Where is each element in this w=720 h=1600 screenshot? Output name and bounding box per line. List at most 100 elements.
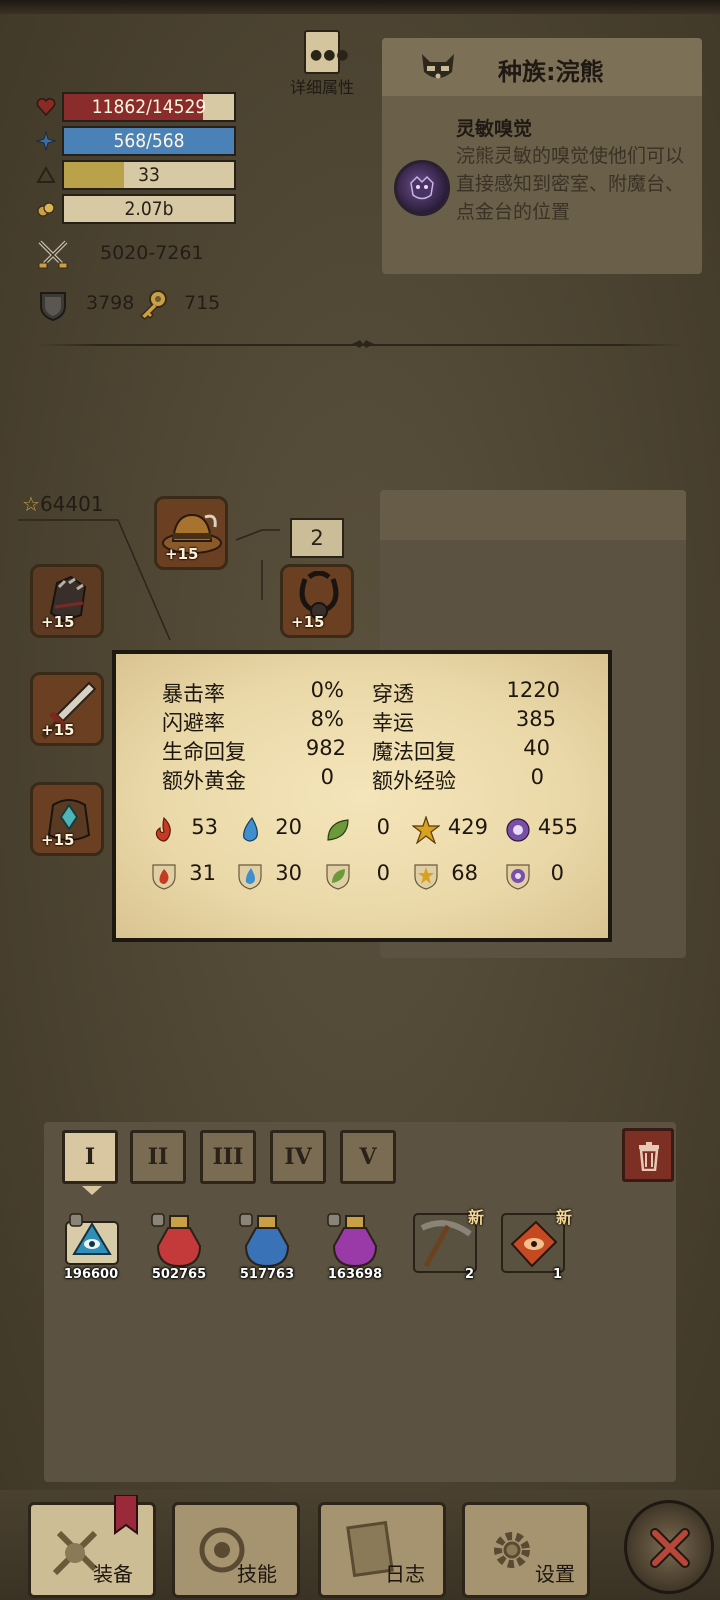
gear-score-value: 64401 (39, 492, 104, 516)
water-attack: 20 (236, 814, 316, 846)
arcane-attack: 455 (504, 814, 594, 846)
glove-plus: +15 (41, 613, 75, 631)
nav-equipment[interactable]: 装备 (28, 1495, 156, 1598)
bonus-gold-label: 额外黄金 (162, 769, 246, 793)
weapon-slot[interactable]: +15 (30, 672, 104, 746)
lightning-attack-value: 429 (447, 815, 488, 839)
defense-row: 3798 715 (36, 288, 276, 322)
red-potion-icon (151, 1213, 202, 1268)
bracer-plus: +15 (41, 831, 75, 849)
blue-potion-count: 517763 (239, 1267, 295, 1282)
gear-icon (494, 1532, 530, 1568)
bracer-slot[interactable]: +15 (30, 782, 104, 856)
arcane-resist-value: 0 (550, 861, 564, 885)
glove-slot[interactable]: +15 (30, 564, 104, 638)
triangle-icon (36, 165, 56, 183)
glove-frame: +15 (30, 564, 104, 638)
trait-icon (394, 160, 450, 216)
level-row: 33 (36, 160, 241, 190)
luck-label: 幸运 (372, 711, 414, 735)
gold-bar: 2.07b (62, 194, 236, 224)
water-attack-value: 20 (275, 815, 302, 839)
bracer-frame: +15 (30, 782, 104, 856)
level-bar: 33 (62, 160, 236, 190)
mp-value: 568/568 (113, 130, 185, 152)
inventory-item-blue-potion[interactable]: 517763 (234, 1212, 300, 1282)
trait-description: 浣熊灵敏的嗅觉使他们可以直接感知到密室、附魔台、点金台的位置 (456, 145, 685, 223)
close-icon (650, 1528, 690, 1568)
nav-settings[interactable]: 设置 (462, 1502, 590, 1598)
penetration-label: 穿透 (372, 682, 414, 706)
lightning-shield-icon (414, 864, 438, 890)
hp-regen-value: 982 (305, 736, 346, 760)
amulet-frame: +15 (280, 564, 354, 638)
attack-value: 5020-7261 (100, 242, 204, 264)
hp-bar: 11862/14529 (62, 92, 236, 122)
hp-row: 11862/14529 (36, 92, 241, 122)
arcane-attack-value: 455 (537, 815, 578, 839)
inventory-item-scroll[interactable]: 196600 (58, 1212, 124, 1282)
pickaxe-count: 2 (464, 1267, 474, 1282)
tab-3[interactable]: III (200, 1130, 256, 1184)
inventory-item-red-potion[interactable]: 502765 (146, 1212, 212, 1282)
nav-log-label: 日志 (385, 1562, 425, 1586)
gold-pile-icon (37, 202, 55, 217)
arcane-resist: 0 (504, 860, 594, 892)
inventory-item-purple-potion[interactable]: 163698 (322, 1212, 388, 1282)
fire-shield-icon (152, 864, 176, 890)
blue-potion-icon (239, 1213, 290, 1268)
equipment-level-box[interactable]: 2 (290, 518, 344, 558)
arcane-icon (506, 818, 530, 842)
key-icon (139, 290, 167, 320)
tab-4[interactable]: IV (270, 1130, 326, 1184)
shield-icon (40, 292, 66, 322)
fire-resist: 31 (150, 860, 230, 892)
level-value: 33 (138, 164, 160, 186)
detail-label: 详细属性 (289, 78, 354, 97)
water-icon (243, 816, 258, 842)
nav-settings-label: 设置 (535, 1562, 575, 1586)
luck-value: 385 (515, 707, 556, 731)
purple-potion-icon (327, 1213, 378, 1268)
tab-2[interactable]: II (130, 1130, 186, 1184)
top-border (0, 0, 720, 14)
nav-log[interactable]: 日志 (318, 1502, 446, 1598)
nav-skills[interactable]: 技能 (172, 1502, 300, 1598)
item-detail-header (380, 490, 686, 540)
bookmark-icon (114, 1495, 138, 1535)
dots-icon: ●●● (310, 47, 350, 63)
tab-1[interactable]: I (62, 1130, 118, 1184)
water-resist-value: 30 (275, 861, 302, 885)
detail-attributes-button[interactable]: ●●● 详细属性 (284, 30, 360, 100)
race-title: 种族:浣熊 (498, 58, 604, 86)
tab-5[interactable]: V (340, 1130, 396, 1184)
scroll-count: 196600 (63, 1267, 119, 1282)
attack-row: 5020-7261 (36, 238, 276, 272)
divider-ornament (352, 340, 374, 348)
helmet-plus: +15 (165, 545, 199, 563)
trait-title: 灵敏嗅觉 (456, 118, 533, 140)
helmet-slot[interactable]: +15 (154, 496, 228, 570)
nature-attack-value: 0 (376, 815, 390, 839)
hp-value: 11862/14529 (91, 96, 207, 118)
nature-attack: 0 (324, 814, 404, 846)
defense-value: 3798 (86, 292, 135, 314)
fire-icon (155, 816, 171, 842)
mana-icon (36, 131, 56, 151)
dodge-rate-label: 闪避率 (162, 711, 225, 735)
inventory-item-monster-eye[interactable]: 新 1 (500, 1208, 572, 1282)
bonus-gold-value: 0 (320, 765, 334, 789)
trash-button[interactable] (622, 1128, 674, 1182)
race-panel: 种族:浣熊 灵敏嗅觉 浣熊灵敏的嗅觉使他们可以直接感知到密室、附魔台、点金台的位… (382, 38, 702, 274)
bonus-exp-label: 额外经验 (372, 769, 456, 793)
gold-value: 2.07b (124, 198, 174, 220)
purple-potion-count: 163698 (327, 1267, 383, 1282)
crit-rate-label: 暴击率 (162, 682, 225, 706)
raccoon-icon (422, 54, 454, 79)
weapon-frame: +15 (30, 672, 104, 746)
gold-row: 2.07b (36, 194, 241, 224)
inventory-item-pickaxe[interactable]: 新 2 (412, 1208, 484, 1282)
amulet-slot[interactable]: +15 (280, 564, 354, 638)
close-button[interactable] (624, 1500, 714, 1594)
fire-resist-value: 31 (189, 861, 216, 885)
